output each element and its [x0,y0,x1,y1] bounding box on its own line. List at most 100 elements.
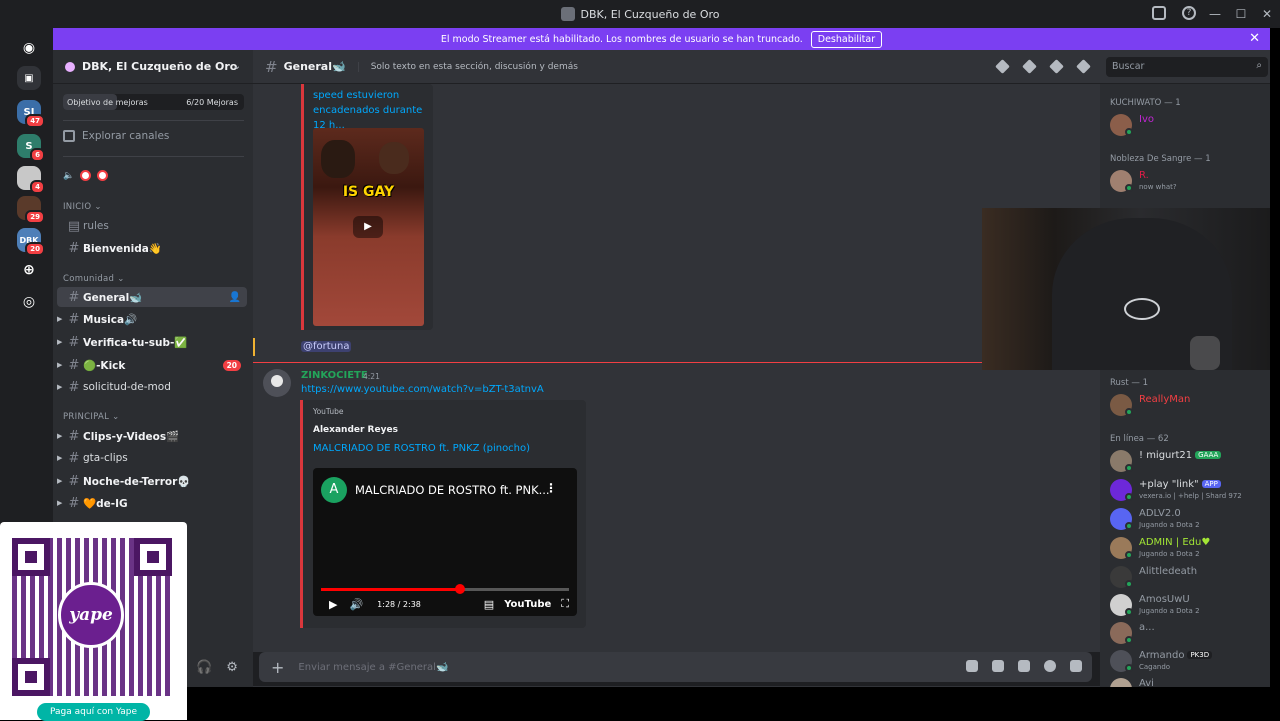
member-item[interactable]: R. now what? [1110,168,1268,194]
member-item[interactable]: Alittledeath [1110,564,1268,590]
member-item[interactable]: ADMIN | Edu♥ Jugando a Dota 2 [1110,535,1268,561]
threads-icon[interactable] [995,59,1010,74]
member-item[interactable]: +play "link" APP vexera.io | +help | Shard… [1110,477,1268,503]
player-title[interactable]: MALCRIADO DE ROSTRO ft. PNK... [355,483,550,497]
pay-with-yape-button[interactable]: Paga aquí con Yape [37,703,150,721]
message-link[interactable]: https://www.youtube.com/watch?v=bZT-t3at… [301,384,544,395]
activities-icon[interactable] [1070,660,1082,672]
sticker-icon[interactable] [1018,660,1030,672]
youtube-player[interactable]: A MALCRIADO DE ROSTRO ft. PNK... ⋮ ▶ 🔊 1… [313,468,577,616]
plus-icon[interactable]: + [271,658,284,677]
maximize-button[interactable]: ☐ [1228,7,1254,21]
member-list: KUCHIWATO — 1 Ivo Nobleza De Sangre — 1 … [1100,84,1270,687]
server-name: DBK, El Cuzqueño de Oro [82,60,238,73]
channel-bienvenida[interactable]: # Bienvenida👋 [57,238,247,258]
server-icon-s[interactable]: S6 [17,134,45,162]
disable-streamer-button[interactable]: Deshabilitar [810,30,883,48]
search-input[interactable]: Buscar ⌕ [1106,57,1268,77]
notification-bell-icon[interactable] [1022,59,1037,74]
nitro-icon[interactable]: ▣ [17,66,41,90]
member-item[interactable]: Ivo [1110,112,1268,138]
user-mention[interactable]: @fortuna [301,341,352,352]
speaker-icon[interactable]: 🔈 [63,171,74,181]
channel-title: General🐋 [283,60,346,73]
volume-icon[interactable]: 🔊 [349,598,363,611]
server-icon-brown[interactable]: 29 [17,196,45,224]
minimize-button[interactable]: — [1202,7,1228,21]
gear-icon[interactable]: ⚙ [226,660,238,675]
channel-musica[interactable]: ▶ # Musica🔊 [57,309,247,329]
member-name-text: R. [1139,170,1149,181]
online-status-indicator [1125,128,1133,136]
embed-title-link[interactable]: speed estuvieron encadenados durante 12 … [313,88,423,133]
close-window-button[interactable]: ✕ [1254,7,1280,21]
category-principal[interactable]: PRINCIPAL ⌄ [63,412,120,422]
play-icon[interactable]: ▶ [353,216,383,238]
gift-icon[interactable] [966,660,978,672]
member-item[interactable]: a... [1110,620,1268,646]
channel-verifica[interactable]: ▶ # Verifica-tu-sub-✅ [57,332,247,352]
boost-goal-label: Objetivo de mejoras [67,97,148,107]
channel-kick[interactable]: ▶ # 🟢-Kick 20 [57,355,247,375]
member-tag: GAAA [1195,451,1222,459]
add-server-icon[interactable]: ⊕ [17,258,41,282]
add-member-icon[interactable]: 👤 [229,292,241,303]
discord-home-icon[interactable]: ◉ [17,36,41,60]
more-options-icon[interactable]: ⋮ [545,481,557,495]
gif-icon[interactable] [992,660,1004,672]
server-badge: 4 [30,180,45,194]
chevron-down-icon[interactable]: ⌄ [233,61,241,72]
pin-icon[interactable] [1049,59,1064,74]
boost-goal[interactable]: Objetivo de mejoras 6/20 Mejoras [63,94,244,110]
avatar[interactable] [263,369,291,397]
play-icon[interactable]: ▶ [329,598,337,611]
headphones-icon[interactable]: 🎧 [196,660,212,675]
channel-topic[interactable]: Solo texto en esta sección, discusión y … [357,61,578,72]
server-icon-sj[interactable]: SJ 47 [17,100,45,128]
channel-rules[interactable]: ▤ rules [57,216,247,236]
channel-noche[interactable]: ▶ # Noche-de-Terror💀 [57,471,247,491]
message-author[interactable]: ZINKOCIETE [301,370,368,381]
server-icon-image[interactable]: 4 [17,166,45,194]
progress-bar[interactable] [321,584,569,594]
member-activity: Jugando a Dota 2 [1139,521,1200,529]
message-input[interactable]: + Enviar mensaje a #General🐋 [259,652,1092,682]
channel-solicitud[interactable]: ▶ # solicitud-de-mod [57,377,247,397]
channel-gta-clips[interactable]: ▶ # gta-clips [57,448,247,468]
fullscreen-icon[interactable]: ⛶ [561,597,569,611]
member-name-text: ADLV2.0 [1139,508,1181,519]
video-thumbnail[interactable]: IS GAY ▶ [313,128,424,326]
member-item[interactable]: ADLV2.0 Jugando a Dota 2 [1110,506,1268,532]
member-item[interactable]: AmosUwU Jugando a Dota 2 [1110,592,1268,618]
explore-channels[interactable]: Explorar canales [63,130,169,142]
member-item[interactable]: ! migurt21 GAAA [1110,448,1268,474]
members-list-icon[interactable] [1076,59,1091,74]
server-header[interactable]: DBK, El Cuzqueño de Oro ⌄ [53,50,253,84]
channel-ig[interactable]: ▶ # 🧡de-IG [57,493,247,513]
avatar[interactable] [1110,678,1132,687]
member-name-text: ReallyMan [1139,394,1191,405]
online-status-indicator [1125,408,1133,416]
embed-video-title[interactable]: MALCRIADO DE ROSTRO ft. PNKZ (pinocho) [313,443,530,454]
category-comunidad[interactable]: Comunidad ⌄ [63,274,125,284]
boost-goal-count: 6/20 Mejoras [186,97,238,107]
inbox-icon[interactable] [1152,6,1166,20]
member-item[interactable]: Avi [1110,676,1268,687]
member-item[interactable]: ReallyMan [1110,392,1268,418]
member-name: R. [1139,170,1149,181]
member-name: ReallyMan [1139,394,1190,405]
help-icon[interactable]: ? [1182,6,1196,20]
member-item[interactable]: Armando PK3D Cagando [1110,648,1268,674]
captions-icon[interactable]: ▤ [484,598,494,611]
embed-author[interactable]: Alexander Reyes [313,425,398,435]
server-icon-dbk[interactable]: DBK 20 [17,228,45,256]
progress-played [321,588,460,591]
youtube-logo[interactable]: YouTube [504,599,551,610]
emoji-icon[interactable] [1044,660,1056,672]
channel-general[interactable]: # General🐋 👤 [57,287,247,307]
explore-compass-icon[interactable]: ◎ [17,290,41,314]
channel-clips[interactable]: ▶ # Clips-y-Videos🎬 [57,426,247,446]
scrubber-handle[interactable] [454,584,465,594]
close-icon[interactable]: ✕ [1249,31,1260,46]
category-inicio[interactable]: INICIO ⌄ [63,202,102,212]
